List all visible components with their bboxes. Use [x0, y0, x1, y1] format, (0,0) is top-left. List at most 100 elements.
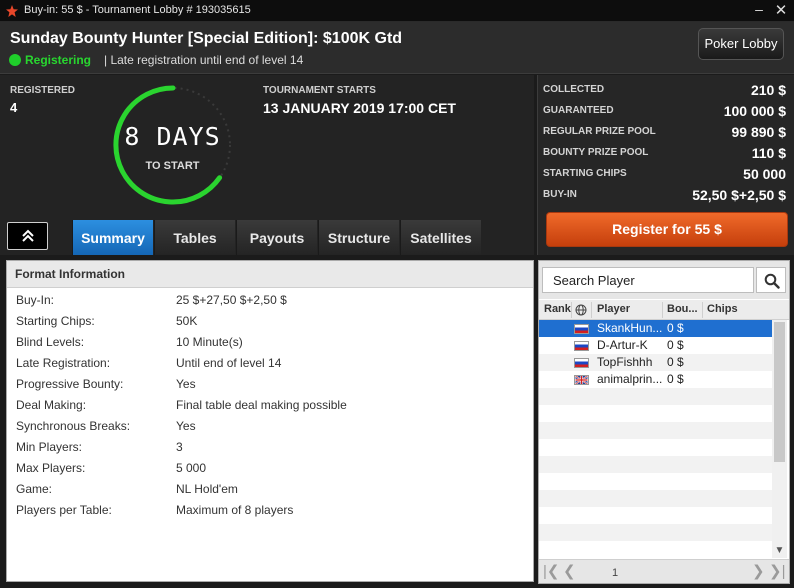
search-button[interactable] [756, 267, 786, 293]
window-title: Buy-in: 55 $ - Tournament Lobby # 193035… [24, 4, 251, 16]
player-name: animalprin... [597, 372, 663, 386]
format-label: Deal Making: [16, 398, 87, 412]
format-label: Progressive Bounty: [16, 377, 124, 391]
window-titlebar: Buy-in: 55 $ - Tournament Lobby # 193035… [0, 0, 794, 22]
tournament-name: Sunday Bounty Hunter [Special Edition]: … [10, 30, 403, 47]
first-page-icon[interactable]: |❮ [543, 562, 559, 580]
player-row[interactable]: animalprin... 0 $ [539, 371, 772, 388]
format-value: 50K [176, 314, 198, 328]
column-divider [662, 302, 663, 318]
format-value: Final table deal making possible [176, 398, 347, 412]
player-row[interactable]: TopFishhh 0 $ [539, 354, 772, 371]
player-bounty: 0 $ [667, 321, 684, 335]
globe-icon[interactable] [575, 304, 587, 316]
next-page-icon[interactable]: ❯ [752, 562, 765, 580]
buy-in-value: 52,50 $+2,50 $ [692, 187, 786, 203]
player-name: TopFishhh [597, 355, 653, 369]
format-value: Maximum of 8 players [176, 503, 294, 517]
format-value: Yes [176, 377, 196, 391]
format-label: Blind Levels: [16, 335, 85, 349]
empty-row [539, 405, 772, 422]
search-icon [764, 273, 780, 289]
empty-row [539, 507, 772, 524]
minimize-button[interactable]: – [748, 0, 770, 22]
registered-value: 4 [10, 100, 18, 115]
format-label: Late Registration: [16, 356, 111, 370]
column-rank[interactable]: Rank [544, 303, 571, 315]
format-label: Min Players: [16, 440, 83, 454]
tab-structure[interactable]: Structure [318, 220, 399, 255]
search-player-input[interactable] [542, 267, 754, 293]
column-chips[interactable]: Chips [707, 303, 738, 315]
player-search-bar [539, 261, 789, 299]
format-header: Format Information [7, 261, 533, 288]
collected-value: 210 $ [750, 82, 786, 98]
column-bounty[interactable]: Bou... [667, 303, 698, 315]
poker-lobby-button[interactable]: Poker Lobby [698, 28, 784, 60]
format-value: NL Hold'em [176, 482, 238, 496]
format-label: Players per Table: [16, 503, 112, 517]
player-row[interactable]: SkankHun... 0 $ [539, 320, 772, 337]
format-value: 25 $+27,50 $+2,50 $ [176, 293, 287, 307]
russia-flag-icon [574, 341, 589, 351]
prize-panel: COLLECTED 210 $ GUARANTEED 100 000 $ REG… [537, 75, 794, 255]
player-list-scrollbar[interactable]: ▼ [772, 320, 787, 558]
tab-summary[interactable]: Summary [72, 220, 153, 255]
bounty-prize-pool-value: 110 $ [751, 145, 786, 161]
starting-chips-label: STARTING CHIPS [543, 168, 627, 179]
format-value: 5 000 [176, 461, 207, 475]
column-divider [591, 302, 592, 318]
empty-row [539, 473, 772, 490]
player-bounty: 0 $ [667, 355, 684, 369]
empty-row [539, 439, 772, 456]
scroll-down-arrow-icon[interactable]: ▼ [772, 544, 787, 558]
guaranteed-value: 100 000 $ [723, 103, 786, 119]
empty-row [539, 524, 772, 541]
pokerstars-star-icon [6, 5, 18, 17]
bounty-prize-pool-label: BOUNTY PRIZE POOL [543, 147, 649, 158]
buy-in-label: BUY-IN [543, 189, 577, 200]
player-bounty: 0 $ [667, 338, 684, 352]
guaranteed-label: GUARANTEED [543, 105, 614, 116]
column-divider [702, 302, 703, 318]
empty-row [539, 490, 772, 507]
registered-label: REGISTERED [10, 85, 76, 96]
tournament-starts-value: 13 JANUARY 2019 17:00 CET [263, 100, 456, 116]
russia-flag-icon [574, 324, 589, 334]
register-button[interactable]: Register for 55 $ [546, 212, 788, 247]
united-kingdom-flag-icon [574, 375, 589, 385]
format-value: 10 Minute(s) [176, 335, 243, 349]
last-page-icon[interactable]: ❯| [769, 562, 785, 580]
format-label: Game: [16, 482, 53, 496]
scrollbar-thumb[interactable] [774, 322, 785, 462]
starting-chips-value: 50 000 [743, 166, 786, 182]
column-player[interactable]: Player [597, 303, 630, 315]
column-divider [571, 302, 572, 318]
player-name: SkankHun... [597, 321, 663, 335]
empty-row [539, 541, 772, 558]
player-rows: SkankHun... 0 $ D-Artur-K 0 $ TopFishhh … [539, 320, 772, 558]
close-button[interactable]: ✕ [770, 0, 792, 22]
format-value: Yes [176, 419, 196, 433]
status-text: Registering [25, 53, 92, 67]
tab-payouts[interactable]: Payouts [236, 220, 317, 255]
player-name: D-Artur-K [597, 338, 648, 352]
player-list-panel: Rank Player Bou... Chips SkankHun... 0 $… [538, 260, 790, 584]
format-value: Until end of level 14 [176, 356, 282, 370]
tab-tables[interactable]: Tables [154, 220, 235, 255]
player-bounty: 0 $ [667, 372, 684, 386]
double-chevron-up-icon [22, 229, 34, 242]
format-title: Format Information [15, 267, 125, 281]
player-row[interactable]: D-Artur-K 0 $ [539, 337, 772, 354]
empty-row [539, 456, 772, 473]
player-list-pager: |❮ ❮ 1 ❯ ❯| [539, 559, 789, 583]
countdown-subtitle: TO START [145, 160, 200, 172]
previous-page-icon[interactable]: ❮ [563, 562, 576, 580]
format-label: Synchronous Breaks: [16, 419, 131, 433]
format-label: Starting Chips: [16, 314, 95, 328]
collapse-button[interactable] [7, 222, 48, 250]
tab-satellites[interactable]: Satellites [400, 220, 481, 255]
tournament-header: Sunday Bounty Hunter [Special Edition]: … [0, 22, 794, 74]
empty-row [539, 422, 772, 439]
tournament-starts-label: TOURNAMENT STARTS [263, 85, 376, 96]
